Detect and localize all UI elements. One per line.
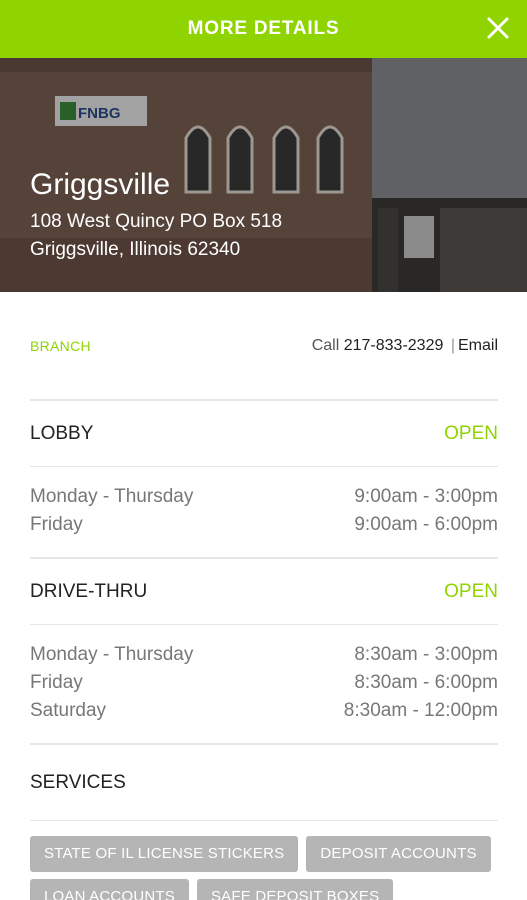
details-content: BRANCH Call 217-833-2329 | Email LOBBY OP… (30, 292, 498, 900)
hours-row: Friday 8:30am - 6:00pm (30, 669, 498, 697)
lobby-status: OPEN (444, 422, 498, 444)
lobby-hours: Monday - Thursday 9:00am - 3:00pm Friday… (30, 467, 498, 559)
lobby-header: LOBBY OPEN (30, 401, 498, 467)
branch-name: Griggsville (30, 168, 171, 201)
address-line-2: Griggsville, Illinois 62340 (30, 239, 241, 260)
contact-links: Call 217-833-2329 | Email (312, 337, 498, 355)
hours-time: 9:00am - 6:00pm (354, 514, 498, 535)
hours-row: Saturday 8:30am - 12:00pm (30, 697, 498, 725)
drive-thru-header: DRIVE-THRU OPEN (30, 559, 498, 625)
call-prefix: Call (311, 336, 340, 354)
services-header: SERVICES (30, 745, 498, 821)
drive-thru-hours: Monday - Thursday 8:30am - 3:00pm Friday… (30, 625, 498, 745)
drive-thru-status: OPEN (444, 580, 498, 602)
hours-time: 8:30am - 12:00pm (343, 700, 498, 721)
service-chip[interactable]: LOAN ACCOUNTS (30, 879, 189, 900)
hours-time: 8:30am - 6:00pm (354, 672, 498, 693)
hours-days: Friday (30, 514, 83, 535)
service-chip[interactable]: STATE OF IL LICENSE STICKERS (30, 836, 299, 872)
header-bar: MORE DETAILS (0, 0, 527, 58)
hours-time: 8:30am - 3:00pm (354, 644, 498, 665)
hours-time: 9:00am - 3:00pm (354, 486, 498, 507)
page-title: MORE DETAILS (187, 18, 340, 39)
branch-contact-row: BRANCH Call 217-833-2329 | Email (30, 292, 498, 401)
phone-link[interactable]: 217-833-2329 (344, 337, 444, 354)
hours-row: Friday 9:00am - 6:00pm (30, 511, 498, 539)
service-chip[interactable]: SAFE DEPOSIT BOXES (196, 879, 394, 900)
services-list: STATE OF IL LICENSE STICKERS DEPOSIT ACC… (30, 821, 498, 900)
branch-hero-image: FNBG Griggsville 108 West Quincy PO Box … (0, 58, 527, 292)
close-icon[interactable] (485, 15, 511, 41)
hours-row: Monday - Thursday 9:00am - 3:00pm (30, 483, 498, 511)
hours-days: Saturday (30, 700, 107, 721)
contact-separator: | (450, 336, 455, 354)
hours-days: Friday (30, 672, 83, 693)
address-line-1: 108 West Quincy PO Box 518 (30, 211, 283, 232)
branch-type-label: BRANCH (30, 337, 91, 354)
lobby-title: LOBBY (30, 422, 94, 444)
hours-days: Monday - Thursday (30, 486, 194, 507)
drive-thru-title: DRIVE-THRU (30, 580, 148, 602)
email-link[interactable]: Email (458, 337, 498, 354)
hours-row: Monday - Thursday 8:30am - 3:00pm (30, 641, 498, 669)
hours-days: Monday - Thursday (30, 644, 194, 665)
service-chip[interactable]: DEPOSIT ACCOUNTS (306, 836, 491, 872)
services-title: SERVICES (30, 771, 126, 793)
